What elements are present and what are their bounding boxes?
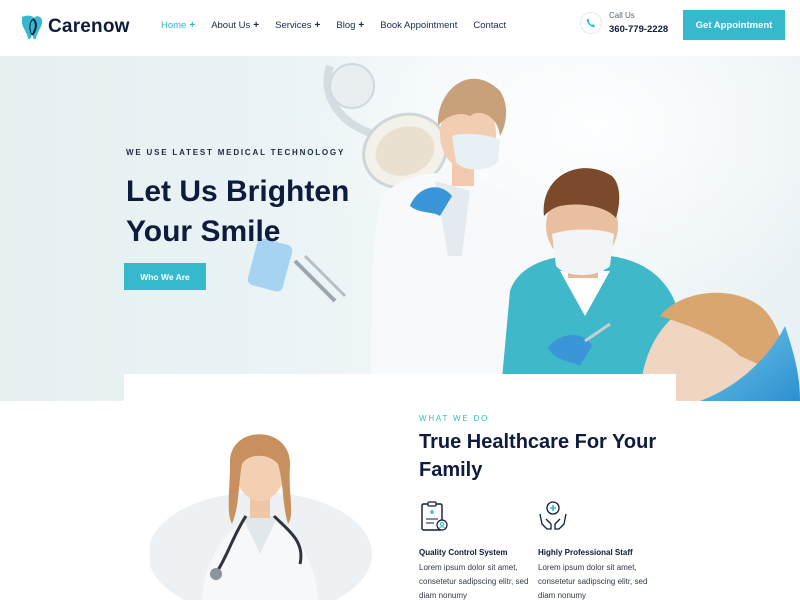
who-we-are-button[interactable]: Who We Are [124, 263, 206, 290]
phone-icon-wrapper [580, 12, 602, 34]
nav-item-contact[interactable]: Contact [473, 20, 506, 31]
feature-text: Lorem ipsum dolor sit amet, consetetur s… [538, 563, 648, 600]
doctor-image [150, 404, 390, 600]
call-us[interactable]: Call Us 360-779-2228 [580, 11, 668, 35]
call-number[interactable]: 360-779-2228 [609, 24, 668, 35]
site-header: Carenow Home + About Us + Services + Blog + … [0, 0, 800, 56]
feature-quality-control: Quality Control System Lorem ipsum dolor… [419, 500, 539, 600]
nav-item-label: Home [161, 20, 187, 31]
nav-item-home[interactable]: Home + [161, 20, 195, 31]
feature-title: Quality Control System [419, 548, 508, 557]
nav-item-label: Contact [473, 20, 507, 31]
call-label: Call Us [609, 11, 635, 20]
call-text: Call Us 360-779-2228 [609, 11, 668, 35]
hero-eyebrow: WE USE LATEST MEDICAL TECHNOLOGY [126, 148, 346, 157]
get-appointment-button[interactable]: Get Appointment [683, 10, 785, 40]
dental-clinic-image [247, 56, 800, 401]
nav-item-about-us[interactable]: About Us + [211, 20, 259, 31]
phone-icon [586, 18, 595, 28]
feature-title: Highly Professional Staff [538, 548, 633, 557]
clipboard-medical-icon [421, 501, 448, 531]
hero-title: Let Us Brighten Your Smile [126, 175, 350, 248]
feature-text: Lorem ipsum dolor sit amet, consetetur s… [419, 563, 529, 600]
plus-icon: + [189, 20, 196, 31]
nav-item-label: Book Appointment [380, 20, 458, 31]
section-eyebrow: WHAT WE DO [419, 414, 490, 423]
nav-item-book-appointment[interactable]: Book Appointment [380, 20, 457, 31]
section-title: True Healthcare For Your Family [419, 431, 657, 481]
nav-item-label: About Us [211, 20, 251, 31]
hero-section: WE USE LATEST MEDICAL TECHNOLOGY Let Us … [0, 56, 800, 401]
plus-icon: + [314, 20, 321, 31]
content-card [124, 374, 676, 404]
brand-name: Carenow [48, 16, 130, 37]
nav-item-blog[interactable]: Blog + [336, 20, 364, 31]
care-hands-icon [539, 501, 567, 530]
feature-professional-staff: Highly Professional Staff Lorem ipsum do… [538, 500, 658, 600]
logo[interactable]: Carenow [20, 13, 130, 41]
female-doctor-illustration [150, 434, 372, 600]
plus-icon: + [253, 20, 260, 31]
nav-item-services[interactable]: Services + [275, 20, 320, 31]
tooth-leaf-logo-icon [21, 15, 43, 40]
main-nav: Home + About Us + Services + Blog + Book App… [161, 20, 522, 31]
nav-item-label: Services [275, 20, 312, 31]
nav-item-label: Blog [336, 20, 356, 31]
plus-icon: + [358, 20, 365, 31]
